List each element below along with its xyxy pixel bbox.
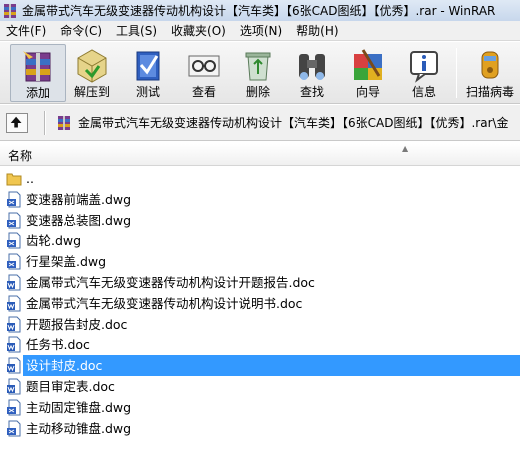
extract-icon [77, 49, 107, 83]
wizard-button-label: 向导 [355, 85, 380, 99]
toolbar: 添加 解压到 测试 查看 删除 查找 向导 信息 扫描病毒 [0, 42, 520, 104]
archive-path[interactable]: 金属带式汽车无级变速器传动机构设计【汽车类】【6张CAD图纸】【优秀】.rar\… [78, 115, 509, 131]
file-row[interactable]: 齿轮.dwg [0, 230, 520, 251]
doc-file-icon [6, 336, 22, 353]
file-row[interactable]: .. [0, 168, 520, 189]
file-name: 金属带式汽车无级变速器传动机构设计说明书.doc [26, 295, 303, 311]
column-header-name[interactable]: 名称 ▲ [0, 144, 520, 166]
window-title: 金属带式汽车无级变速器传动机构设计【汽车类】【6张CAD图纸】【优秀】.rar … [22, 4, 496, 18]
find-button-label: 查找 [299, 85, 324, 99]
sort-ascending-icon: ▲ [402, 144, 409, 153]
path-separator [44, 111, 46, 135]
file-list: 名称 ▲ .. 变速器前端盖.dwg 变速器总装图.dwg 齿轮.dwg 行星架盖.dw… [0, 142, 520, 473]
add-button-label: 添加 [25, 86, 50, 100]
menu-favorites[interactable]: 收藏夹(O) [164, 21, 233, 41]
doc-file-icon [6, 316, 22, 333]
dwg-file-icon [6, 191, 22, 208]
folder-icon [6, 170, 22, 187]
file-name: 主动固定锥盘.dwg [26, 399, 132, 415]
add-archive-icon [23, 51, 51, 82]
recycle-bin-icon [245, 52, 271, 81]
file-row[interactable]: 金属带式汽车无级变速器传动机构设计开题报告.doc [0, 272, 520, 293]
menu-options[interactable]: 选项(N) [233, 21, 289, 41]
dwg-file-icon [6, 420, 22, 437]
view-button-label: 查看 [191, 85, 216, 99]
archive-icon [58, 116, 70, 130]
info-button-label: 信息 [411, 85, 436, 99]
up-arrow-icon [10, 116, 22, 128]
file-name: 变速器前端盖.dwg [26, 191, 132, 207]
menu-tools[interactable]: 工具(S) [109, 21, 164, 41]
virus-scan-button-label: 扫描病毒 [465, 85, 514, 99]
dwg-file-icon [6, 399, 22, 416]
menu-commands[interactable]: 命令(C) [53, 21, 109, 41]
winrar-app-icon [4, 3, 16, 18]
doc-file-icon [6, 274, 22, 291]
file-name: 金属带式汽车无级变速器传动机构设计开题报告.doc [26, 274, 315, 290]
file-name: 行星架盖.dwg [26, 254, 107, 270]
file-row[interactable]: 设计封皮.doc [0, 355, 520, 377]
menu-file[interactable]: 文件(F) [0, 21, 53, 41]
file-name: 任务书.doc [26, 337, 90, 353]
view-icon [188, 55, 220, 77]
test-button[interactable]: 测试 [120, 44, 176, 102]
wizard-icon [354, 49, 382, 80]
doc-file-icon [6, 378, 22, 395]
file-row[interactable]: 题目审定表.doc [0, 376, 520, 397]
doc-file-icon [6, 295, 22, 312]
file-row[interactable]: 变速器总装图.dwg [0, 210, 520, 231]
file-row[interactable]: 任务书.doc [0, 334, 520, 355]
file-row[interactable]: 主动固定锥盘.dwg [0, 397, 520, 418]
add-button[interactable]: 添加 [10, 44, 66, 102]
file-name: 开题报告封皮.doc [26, 316, 128, 332]
extract-to-button-label: 解压到 [73, 85, 110, 99]
test-icon [136, 51, 160, 81]
file-name: 题目审定表.doc [26, 378, 115, 394]
file-name: 齿轮.dwg [26, 233, 82, 249]
file-row[interactable]: 金属带式汽车无级变速器传动机构设计说明书.doc [0, 293, 520, 314]
file-rows: .. 变速器前端盖.dwg 变速器总装图.dwg 齿轮.dwg 行星架盖.dwg 金属带式… [0, 168, 520, 438]
info-button[interactable]: 信息 [396, 44, 452, 102]
menu-bar: 文件(F) 命令(C) 工具(S) 收藏夹(O) 选项(N) 帮助(H) [0, 21, 520, 41]
delete-button-label: 删除 [245, 85, 270, 99]
file-row[interactable]: 变速器前端盖.dwg [0, 189, 520, 210]
wizard-button[interactable]: 向导 [340, 44, 396, 102]
find-button[interactable]: 查找 [284, 44, 340, 102]
file-row[interactable]: 开题报告封皮.doc [0, 314, 520, 335]
virus-scan-button[interactable]: 扫描病毒 [460, 44, 520, 102]
dwg-file-icon [6, 253, 22, 270]
extract-to-button[interactable]: 解压到 [64, 44, 120, 102]
binoculars-icon [299, 54, 325, 80]
virus-scan-icon [481, 51, 499, 79]
test-button-label: 测试 [135, 85, 160, 99]
file-name: 变速器总装图.dwg [26, 212, 132, 228]
title-bar: 金属带式汽车无级变速器传动机构设计【汽车类】【6张CAD图纸】【优秀】.rar … [0, 0, 520, 21]
view-button[interactable]: 查看 [176, 44, 232, 102]
file-name: 设计封皮.doc [26, 358, 103, 374]
file-name: .. [26, 171, 34, 186]
delete-button[interactable]: 删除 [230, 44, 286, 102]
up-one-level-button[interactable] [6, 113, 28, 133]
toolbar-separator [456, 48, 457, 98]
dwg-file-icon [6, 232, 22, 249]
column-header-name-label: 名称 [8, 149, 33, 163]
info-icon [410, 51, 438, 83]
doc-file-icon [6, 357, 22, 374]
file-row[interactable]: 行星架盖.dwg [0, 251, 520, 272]
file-row[interactable]: 主动移动锥盘.dwg [0, 418, 520, 439]
menu-help[interactable]: 帮助(H) [289, 21, 345, 41]
address-bar: 金属带式汽车无级变速器传动机构设计【汽车类】【6张CAD图纸】【优秀】.rar\… [0, 105, 520, 141]
dwg-file-icon [6, 212, 22, 229]
file-name: 主动移动锥盘.dwg [26, 420, 132, 436]
